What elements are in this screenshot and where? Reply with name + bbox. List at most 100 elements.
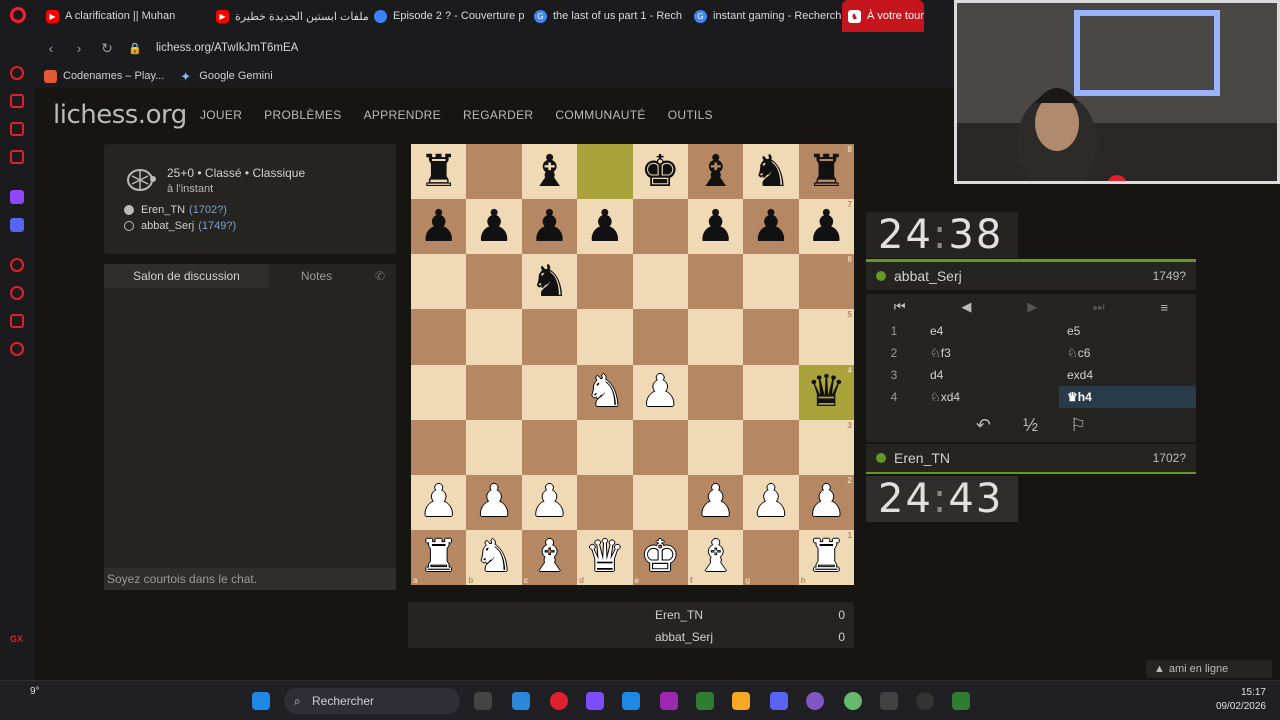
next-move-icon[interactable]: ▶ <box>1027 299 1037 315</box>
square-c4[interactable] <box>521 364 578 420</box>
weather-temp[interactable]: 9° <box>30 686 40 697</box>
white-pawn-icon[interactable]: ♟ <box>419 480 458 524</box>
square-g6[interactable] <box>743 254 799 310</box>
square-e7[interactable] <box>632 199 688 255</box>
square-f4[interactable] <box>687 364 744 420</box>
black-knight-icon[interactable]: ♞ <box>530 259 569 304</box>
square-c2[interactable]: ♟ <box>521 474 578 530</box>
white-pawn-icon[interactable]: ♟ <box>696 480 735 524</box>
square-e8[interactable]: ♚ <box>632 144 688 200</box>
settings-icon[interactable] <box>10 342 24 356</box>
square-f5[interactable] <box>687 309 744 365</box>
square-g4[interactable] <box>743 364 799 420</box>
square-f1[interactable]: ♝ f <box>687 529 744 585</box>
square-d8[interactable] <box>577 144 633 200</box>
xbox-icon[interactable] <box>696 692 714 710</box>
tab-3[interactable]: G the last of us part 1 - Rech <box>528 0 688 32</box>
opera-gx-icon[interactable] <box>806 692 824 710</box>
white-pawn-icon[interactable]: ♟ <box>474 480 513 524</box>
white-knight-icon[interactable]: ♞ <box>585 370 624 414</box>
folder-icon[interactable] <box>732 692 750 710</box>
square-c3[interactable] <box>521 419 578 475</box>
square-b6[interactable] <box>466 254 522 310</box>
white-pawn-icon[interactable]: ♟ <box>640 370 679 414</box>
music-icon[interactable] <box>10 150 24 164</box>
bookmark-codenames[interactable]: Codenames – Play... <box>44 69 164 83</box>
square-c1[interactable]: ♝ c <box>521 529 578 585</box>
nav-outils[interactable]: OUTILS <box>668 108 713 122</box>
white-knight-icon[interactable]: ♞ <box>474 535 513 579</box>
reload-icon[interactable]: ↻ <box>96 40 118 57</box>
move-white[interactable]: ♘xd4 <box>922 390 1059 404</box>
chat-input[interactable]: Soyez courtois dans le chat. <box>104 568 396 590</box>
square-e1[interactable]: ♚ e <box>632 529 688 585</box>
square-h2[interactable]: ♟ 2 <box>798 474 854 530</box>
first-move-icon[interactable]: ⏮ <box>894 299 906 315</box>
square-c7[interactable]: ♟ <box>521 199 578 255</box>
tab-4[interactable]: G instant gaming - Recherch <box>688 0 842 32</box>
resign-flag-icon[interactable]: ⚐ <box>1070 415 1086 436</box>
gx-icon[interactable]: GX <box>10 634 24 648</box>
square-b3[interactable] <box>466 419 522 475</box>
meta-player-black[interactable]: abbat_Serj (1749?) <box>124 220 236 232</box>
black-rook-icon[interactable]: ♜ <box>807 149 846 194</box>
white-pawn-icon[interactable]: ♟ <box>530 480 569 524</box>
black-queen-icon[interactable]: ♛ <box>807 370 846 414</box>
square-f7[interactable]: ♟ <box>687 199 744 255</box>
square-h8[interactable]: ♜ 8 <box>798 144 854 200</box>
nav-jouer[interactable]: JOUER <box>200 108 242 122</box>
menu-icon[interactable]: ≡ <box>1160 300 1168 315</box>
square-d2[interactable] <box>577 474 633 530</box>
forward-icon[interactable]: › <box>68 40 90 56</box>
square-d1[interactable]: ♛ d <box>577 529 633 585</box>
app-icon[interactable] <box>844 692 862 710</box>
nav-communaute[interactable]: COMMUNAUTÉ <box>555 108 645 122</box>
square-e2[interactable] <box>632 474 688 530</box>
square-h5[interactable]: 5 <box>798 309 854 365</box>
app-icon[interactable] <box>880 692 898 710</box>
square-e6[interactable] <box>632 254 688 310</box>
square-b1[interactable]: ♞ b <box>466 529 522 585</box>
extensions-icon[interactable] <box>10 314 24 328</box>
black-pawn-icon[interactable]: ♟ <box>530 204 569 249</box>
twitch-icon[interactable] <box>10 190 24 204</box>
clock-icon[interactable] <box>10 286 24 300</box>
square-e4[interactable]: ♟ <box>632 364 688 420</box>
square-c6[interactable]: ♞ <box>521 254 578 310</box>
square-a1[interactable]: ♜ a <box>411 529 467 585</box>
move-black[interactable]: exd4 <box>1059 368 1196 382</box>
black-pawn-icon[interactable]: ♟ <box>696 204 735 249</box>
square-a5[interactable] <box>411 309 467 365</box>
opera-logo-icon[interactable] <box>10 7 26 23</box>
draw-offer-button[interactable]: ½ <box>1023 415 1038 436</box>
square-g8[interactable]: ♞ <box>743 144 799 200</box>
site-logo[interactable]: lichess.org <box>53 100 187 130</box>
player-top[interactable]: abbat_Serj 1749? <box>866 262 1196 290</box>
pinboard-icon[interactable] <box>10 122 24 136</box>
nav-apprendre[interactable]: APPRENDRE <box>364 108 441 122</box>
square-f8[interactable]: ♝ <box>687 144 744 200</box>
tab-5[interactable]: ♞ À votre tour <box>842 0 924 32</box>
square-d4[interactable]: ♞ <box>577 364 633 420</box>
nav-regarder[interactable]: REGARDER <box>463 108 533 122</box>
tab-notes[interactable]: Notes <box>269 264 364 288</box>
square-b8[interactable] <box>466 144 522 200</box>
square-h3[interactable]: 3 <box>798 419 854 475</box>
taskbar-search[interactable]: ⌕ Rechercher <box>284 688 460 714</box>
chess-board[interactable]: ♜ ♝ ♚ ♝ ♞ ♜ 8 ♟ ♟ ♟ ♟ ♟ ♟ ♟ 7 ♞ 6 5 ♞ ♟ ♛ 4 3 ♟ ♟ ♟ ♟ ♟ ♟ 2 ♜ a ♞ b ♝ c ♛ d ♚ e… <box>411 144 854 585</box>
square-h1[interactable]: ♜ 1 h <box>798 529 854 585</box>
square-h6[interactable]: 6 <box>798 254 854 310</box>
square-b4[interactable] <box>466 364 522 420</box>
prev-move-icon[interactable]: ◀ <box>961 299 971 315</box>
white-rook-icon[interactable]: ♜ <box>807 535 846 579</box>
black-pawn-icon[interactable]: ♟ <box>585 204 624 249</box>
tab-0[interactable]: ▶ A clarification || Muhan <box>40 0 210 32</box>
white-pawn-icon[interactable]: ♟ <box>751 480 790 524</box>
discord-icon[interactable] <box>10 218 24 232</box>
move-white[interactable]: e4 <box>922 324 1059 338</box>
square-a2[interactable]: ♟ <box>411 474 467 530</box>
store-icon[interactable] <box>622 692 640 710</box>
windows-start-icon[interactable] <box>252 692 270 710</box>
meta-player-white[interactable]: Eren_TN (1702?) <box>124 204 227 216</box>
black-knight-icon[interactable]: ♞ <box>751 149 790 194</box>
